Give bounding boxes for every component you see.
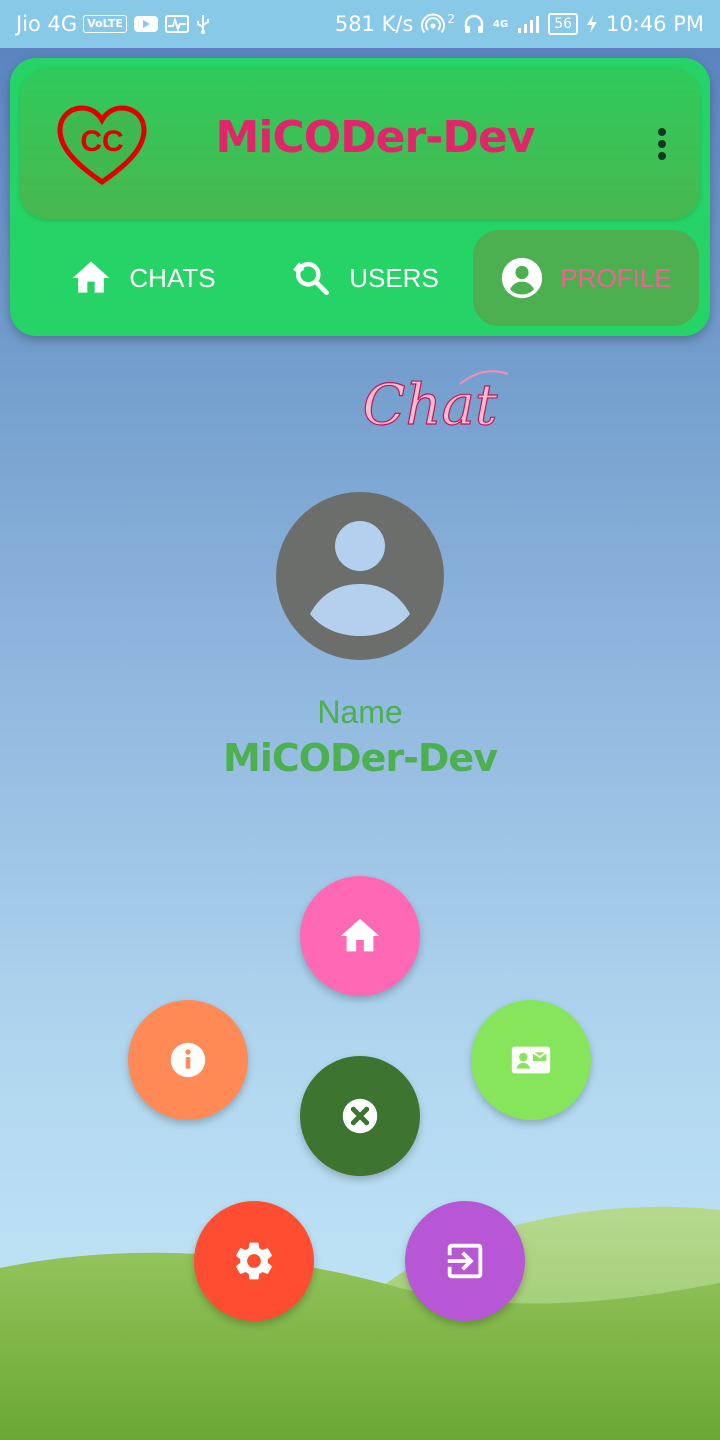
clock: 10:46 PM [606,12,704,36]
contact-mail-icon [511,1046,551,1074]
name-label: Name [317,694,403,730]
fab-settings-button[interactable] [194,1201,314,1321]
network-type-badge: 4G [493,18,509,30]
tab-profile[interactable]: PROFILE [473,230,699,326]
fab-close-button[interactable] [300,1056,420,1176]
activity-icon [164,15,189,33]
hotspot-icon [421,13,446,34]
app-logo-text: CC [80,125,123,158]
charging-icon [587,15,598,33]
exit-icon [447,1243,483,1279]
volte-badge: VoLTE [83,15,127,33]
usb-icon [196,15,209,34]
tab-users-label: USERS [349,262,439,293]
menu-dot [658,152,666,160]
fab-home-button[interactable] [300,876,420,996]
app-header: CC MiCODer-Dev CHATS USERS PROFILE [10,58,710,336]
toolbar: CC MiCODer-Dev [20,68,700,219]
home-icon [73,261,110,293]
close-circle-icon [342,1098,378,1134]
more-vert-icon[interactable] [650,122,674,166]
network-speed: 581 K/s [334,12,414,36]
app-logo-heart-icon: CC [57,105,147,186]
fab-contact-button[interactable] [471,1000,591,1120]
app-screen: CC MiCODer-Dev CHATS USERS PROFILE Chat … [0,48,720,1440]
info-icon [170,1042,206,1078]
fab-info-button[interactable] [128,1000,248,1120]
tab-chats-label: CHATS [129,262,216,293]
profile-name: MiCODer-Dev [223,736,498,780]
search-icon [293,262,330,296]
battery-level: 56 [548,13,579,35]
status-bar: Jio 4G VoLTE 581 K/s 2 4G 56 10:46 PM [0,0,720,48]
tab-profile-label: PROFILE [560,262,672,293]
status-right: 581 K/s 2 4G 56 10:46 PM [335,12,704,36]
app-title: MiCODer-Dev [215,112,536,163]
hotspot-count: 2 [447,12,456,26]
profile-avatar[interactable] [276,492,444,660]
home-icon [340,918,380,952]
chat-brand-logo: Chat [362,370,509,439]
gear-icon [236,1242,272,1280]
fab-logout-button[interactable] [405,1201,525,1321]
carrier-label: Jio 4G [16,12,78,36]
headset-icon [464,14,484,33]
menu-dot [658,128,666,136]
tab-users[interactable]: USERS [255,230,473,326]
chat-logo-text: Chat [363,373,498,438]
youtube-icon [133,16,158,32]
tab-bar: CHATS USERS PROFILE [10,230,710,326]
account-circle-icon [502,257,543,299]
status-left: Jio 4G VoLTE [16,12,211,36]
tab-chats[interactable]: CHATS [30,230,255,326]
signal-icon [518,16,540,33]
menu-dot [658,140,666,148]
